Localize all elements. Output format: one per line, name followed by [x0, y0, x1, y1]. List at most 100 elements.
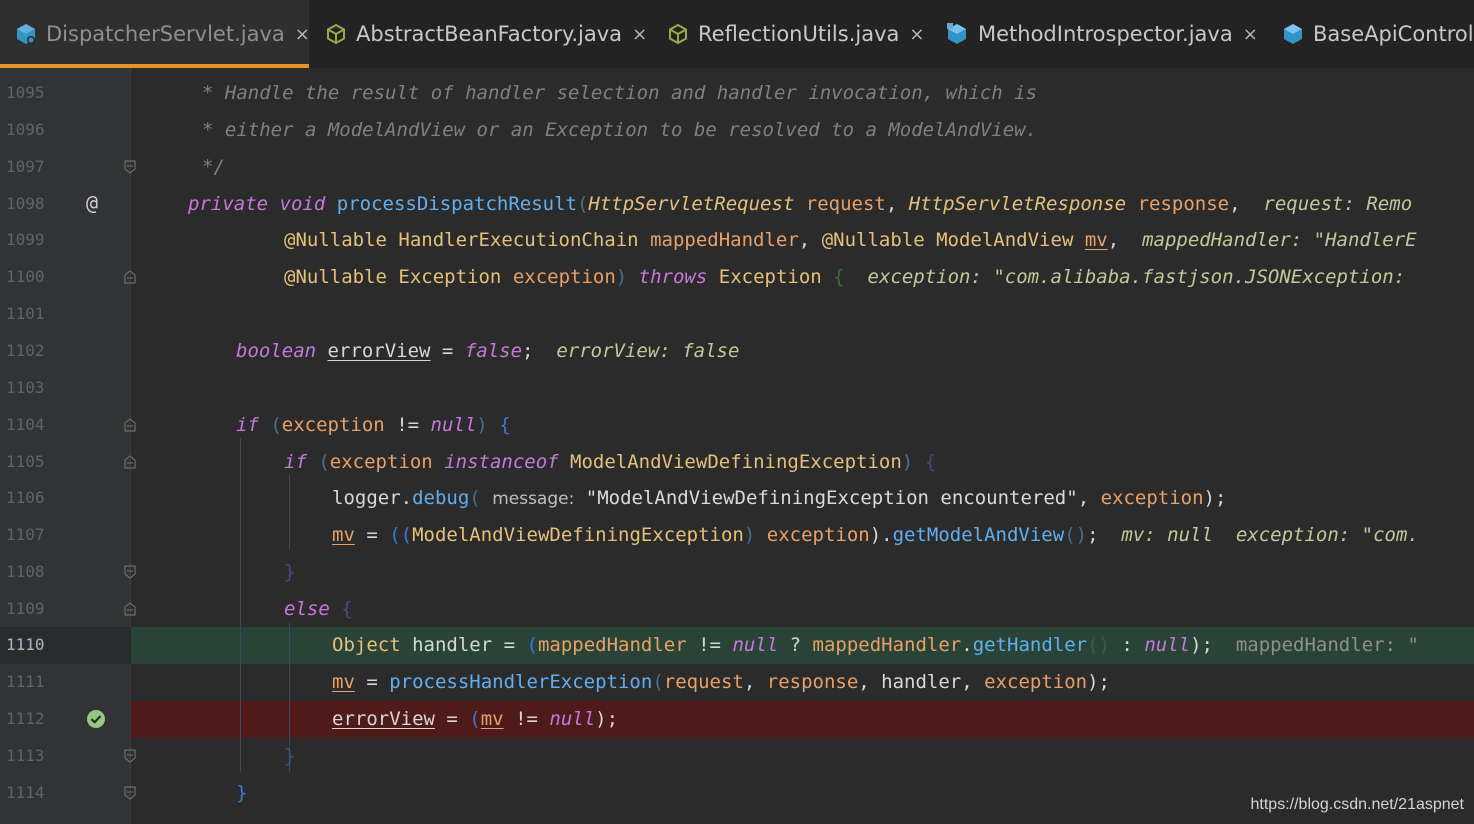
code-line[interactable]: 1097 */	[0, 149, 1474, 186]
tab-reflectionutils[interactable]: ReflectionUtils.java ×	[666, 0, 924, 68]
check-circle-icon[interactable]	[86, 709, 106, 729]
punct: ,	[858, 671, 882, 693]
keyword: boolean	[236, 340, 317, 362]
brace: }	[284, 745, 296, 767]
code-line[interactable]: 1102 boolean errorView = false; errorVie…	[0, 333, 1474, 370]
brace: {	[499, 414, 511, 436]
code-editor[interactable]: 1095 * Handle the result of handler sele…	[0, 68, 1474, 824]
current-execution-line[interactable]: 1110 Object handler = (mappedHandler != …	[0, 627, 1474, 664]
java-class-icon	[1284, 24, 1302, 44]
override-marker-icon[interactable]: @	[86, 193, 106, 213]
code-line[interactable]: 1105 if (exception instanceof ModelAndVi…	[0, 444, 1474, 481]
punct: );	[1190, 634, 1213, 656]
operator: =	[492, 634, 527, 656]
method-name: processDispatchResult	[336, 193, 577, 215]
code-line[interactable]: 1107 mv = ((ModelAndViewDefiningExceptio…	[0, 517, 1474, 554]
line-number: 1107	[6, 525, 45, 544]
fold-start-icon[interactable]	[124, 455, 136, 469]
paren: ()	[1064, 524, 1088, 546]
method-name: debug	[412, 487, 470, 509]
type-name: Object	[332, 634, 401, 656]
tab-label: ReflectionUtils.java	[698, 22, 900, 46]
paren: (	[652, 671, 664, 693]
line-number: 1096	[6, 120, 45, 139]
variable: mappedHandler	[537, 634, 687, 656]
variable: errorView	[332, 708, 435, 730]
paren: (	[526, 634, 538, 656]
parameter: mv	[1084, 229, 1108, 251]
code-line[interactable]: 1098 @ private void processDispatchResul…	[0, 186, 1474, 223]
java-class-pinned-icon	[947, 23, 966, 44]
line-number: 1108	[6, 562, 45, 581]
punct: ;	[522, 340, 534, 362]
fold-start-icon[interactable]	[124, 602, 136, 616]
close-icon[interactable]: ×	[1243, 24, 1258, 45]
line-number: 1101	[6, 304, 45, 323]
punct: ,	[1229, 193, 1241, 215]
variable: mv	[332, 671, 355, 693]
line-number: 1095	[6, 83, 45, 102]
punct: ,	[885, 193, 898, 215]
fold-start-icon[interactable]	[124, 270, 136, 284]
fold-start-icon[interactable]	[124, 418, 136, 432]
code-line[interactable]: 1106 logger.debug( message: "ModelAndVie…	[0, 480, 1474, 517]
paren: (	[576, 193, 589, 215]
tab-label: MethodIntrospector.java	[978, 22, 1233, 46]
line-number: 1114	[6, 783, 45, 802]
code-line[interactable]: 1104 if (exception != null) {	[0, 407, 1474, 444]
code-line[interactable]: 1101	[0, 296, 1474, 333]
punct: );	[1087, 671, 1110, 693]
punct: .	[961, 634, 973, 656]
paren: )	[743, 524, 756, 546]
tab-label: AbstractBeanFactory.java	[356, 22, 623, 46]
line-number: 1109	[6, 599, 45, 618]
string-literal: "ModelAndViewDefiningException encounter…	[585, 487, 1078, 509]
fold-end-icon[interactable]	[124, 786, 136, 800]
fold-end-icon[interactable]	[124, 160, 136, 174]
literal: null	[732, 634, 779, 656]
tab-label: BaseApiControll	[1313, 22, 1474, 46]
tab-dispatcherservlet[interactable]: DispatcherServlet.java ×	[0, 0, 310, 68]
type-name: Exception	[718, 266, 822, 288]
comment: */	[202, 156, 225, 178]
code-line[interactable]: 1100 @Nullable Exception exception) thro…	[0, 259, 1474, 296]
comment: * either a ModelAndView or an Exception …	[202, 119, 1038, 141]
tab-abstractbeanfactory[interactable]: AbstractBeanFactory.java ×	[324, 0, 647, 68]
fold-end-icon[interactable]	[124, 565, 136, 579]
code-line[interactable]: 1095 * Handle the result of handler sele…	[0, 75, 1474, 112]
debug-value-hint: errorView: false	[556, 340, 740, 362]
code-line[interactable]: 1103	[0, 370, 1474, 407]
breakpoint-line[interactable]: 1112 errorView = (mv != null);	[0, 701, 1474, 738]
annotation: @Nullable	[284, 229, 387, 251]
tab-methodintrospector[interactable]: MethodIntrospector.java ×	[944, 0, 1258, 68]
tab-baseapicontroller[interactable]: BaseApiControll	[1281, 0, 1474, 68]
variable: logger	[332, 487, 401, 509]
code-line[interactable]: 1096 * either a ModelAndView or an Excep…	[0, 112, 1474, 149]
editor-tab-bar: DispatcherServlet.java × AbstractBeanFac…	[0, 0, 1474, 68]
keyword: if	[236, 414, 259, 436]
variable: exception	[281, 414, 385, 436]
keyword: else	[284, 598, 330, 620]
punct: ,	[798, 229, 811, 251]
operator: =	[354, 671, 390, 693]
keyword: instanceof	[444, 451, 559, 473]
type-name: ModelAndViewDefiningException	[412, 524, 744, 546]
fold-end-icon[interactable]	[124, 749, 136, 763]
annotation: @Nullable	[821, 229, 925, 251]
type-name: HttpServletResponse	[908, 193, 1127, 215]
operator: =	[434, 708, 470, 730]
code-line[interactable]: 1113 }	[0, 738, 1474, 775]
punct: ;	[1087, 524, 1099, 546]
code-line[interactable]: 1109 else {	[0, 591, 1474, 628]
variable: response	[766, 671, 859, 693]
close-icon[interactable]: ×	[295, 24, 310, 45]
code-line[interactable]: 1108 }	[0, 554, 1474, 591]
code-line[interactable]: 1099 @Nullable HandlerExecutionChain map…	[0, 222, 1474, 259]
paren: (	[469, 708, 481, 730]
method-name: processHandlerException	[389, 671, 653, 693]
line-number: 1110	[6, 635, 45, 654]
abstract-class-icon	[327, 23, 345, 45]
code-line[interactable]: 1111 mv = processHandlerException(reques…	[0, 664, 1474, 701]
close-icon[interactable]: ×	[632, 24, 647, 45]
close-icon[interactable]: ×	[909, 24, 924, 45]
